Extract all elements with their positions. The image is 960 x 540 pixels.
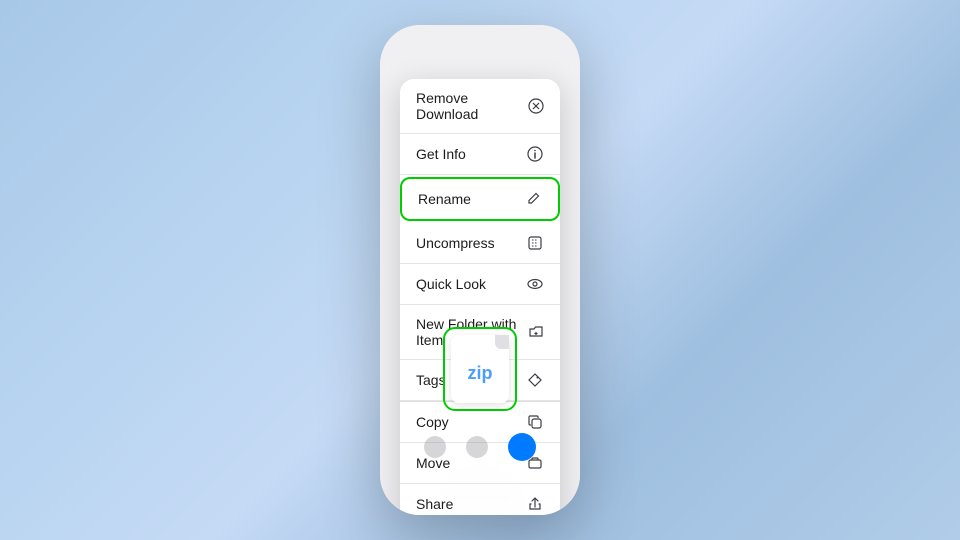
menu-label-uncompress: Uncompress: [416, 235, 495, 251]
menu-item-get-info[interactable]: Get Info: [400, 134, 560, 175]
copy-icon: [526, 413, 544, 431]
share-icon: [526, 495, 544, 513]
uncompress-icon: [526, 234, 544, 252]
menu-item-share[interactable]: Share: [400, 484, 560, 515]
dock-item-3: [508, 433, 536, 461]
remove-download-icon: [527, 97, 544, 115]
menu-label-copy: Copy: [416, 414, 449, 430]
quick-look-icon: [526, 275, 544, 293]
file-icon-label: zip: [468, 363, 493, 384]
menu-label-share: Share: [416, 496, 453, 512]
menu-item-quick-look[interactable]: Quick Look: [400, 264, 560, 305]
get-info-icon: [526, 145, 544, 163]
file-icon-highlighted-wrapper: zip: [443, 327, 517, 411]
menu-label-rename: Rename: [418, 191, 471, 207]
dock-item-2: [466, 436, 488, 458]
dock-item-1: [424, 436, 446, 458]
menu-item-remove-download[interactable]: Remove Download: [400, 79, 560, 134]
menu-label-remove-download: Remove Download: [416, 90, 527, 122]
menu-label-get-info: Get Info: [416, 146, 466, 162]
status-bar: [380, 25, 580, 69]
file-icon: zip: [451, 335, 509, 403]
file-area: zip: [380, 327, 580, 411]
phone-content: Remove Download Get Info: [380, 69, 580, 481]
bottom-dock: [380, 433, 580, 461]
phone-container: Remove Download Get Info: [380, 25, 580, 515]
menu-item-rename[interactable]: Rename: [400, 177, 560, 221]
menu-item-uncompress[interactable]: Uncompress: [400, 223, 560, 264]
menu-label-quick-look: Quick Look: [416, 276, 486, 292]
rename-icon: [524, 190, 542, 208]
